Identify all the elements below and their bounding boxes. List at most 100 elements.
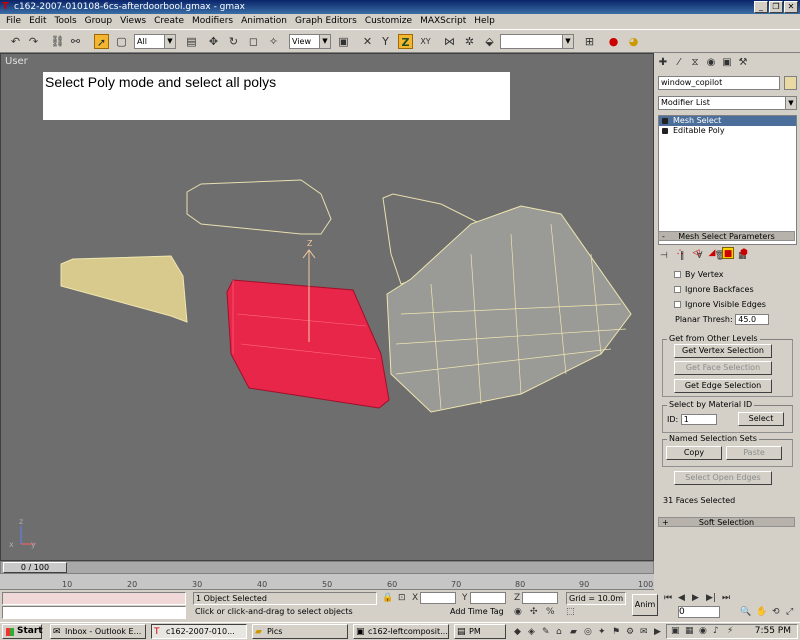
select-by-id-button[interactable]: Select xyxy=(738,412,784,426)
tray-icon[interactable]: ♪ xyxy=(713,625,719,637)
ignore-backfaces-checkbox[interactable]: Ignore Backfaces xyxy=(674,285,754,294)
time-slider[interactable]: 0 / 100 xyxy=(0,561,654,574)
maxscript-input[interactable] xyxy=(2,606,186,619)
snap-icon[interactable]: ⬙ xyxy=(482,34,497,49)
restrict-x-icon[interactable]: ✕ xyxy=(360,34,375,49)
menu-edit[interactable]: Edit xyxy=(25,14,50,29)
maxscript-listener[interactable] xyxy=(2,592,186,605)
scene-canvas[interactable]: Z z x y xyxy=(1,54,654,561)
taskbar-outlook[interactable]: ✉ Inbox - Outlook E... xyxy=(50,624,146,639)
menu-help[interactable]: Help xyxy=(470,14,499,29)
checkbox-box[interactable] xyxy=(674,271,681,278)
quicklaunch-icon[interactable]: ⚑ xyxy=(612,626,620,638)
polygon-level-icon[interactable]: ■ xyxy=(722,247,734,259)
link-icon[interactable]: ⛓ xyxy=(50,34,65,49)
tray-icon[interactable]: ◉ xyxy=(699,625,707,637)
move-icon[interactable]: ✥ xyxy=(206,34,221,49)
named-selection-dropdown[interactable]: ▼ xyxy=(500,34,574,49)
current-frame-field[interactable]: 0 xyxy=(678,606,720,618)
align-icon[interactable]: ✲ xyxy=(462,34,477,49)
quicklaunch-icon[interactable]: ⌂ xyxy=(556,626,562,638)
next-frame-icon[interactable]: ▶| xyxy=(706,592,716,604)
menu-animation[interactable]: Animation xyxy=(237,14,291,29)
edge-level-icon[interactable]: ◁ xyxy=(690,247,702,259)
close-button[interactable]: ✕ xyxy=(784,1,798,13)
select-object-icon[interactable]: ➚ xyxy=(94,34,109,49)
start-button[interactable]: Start xyxy=(2,624,43,639)
viewport-label[interactable]: User xyxy=(5,56,28,67)
get-edge-selection-button[interactable]: Get Edge Selection xyxy=(674,379,772,393)
menu-maxscript[interactable]: MAXScript xyxy=(416,14,470,29)
object-color-swatch[interactable] xyxy=(784,76,797,90)
taskbar-gmax[interactable]: T c162-2007-010... xyxy=(151,624,247,639)
time-slider-thumb[interactable]: 0 / 100 xyxy=(3,562,67,573)
go-to-end-icon[interactable]: ⏭ xyxy=(722,592,730,604)
restrict-xy-button[interactable]: XY xyxy=(418,34,433,49)
select-open-edges-button[interactable]: Select Open Edges xyxy=(674,471,772,485)
checkbox-box[interactable] xyxy=(674,286,681,293)
quicklaunch-icon[interactable]: ◎ xyxy=(584,626,592,638)
material-editor-icon[interactable]: ⊞ xyxy=(582,34,597,49)
z-coord-field[interactable] xyxy=(522,592,558,604)
menu-tools[interactable]: Tools xyxy=(51,14,81,29)
stack-item-editable-poly[interactable]: Editable Poly xyxy=(659,126,796,136)
get-face-selection-button[interactable]: Get Face Selection xyxy=(674,361,772,375)
zoom-icon[interactable]: 🔍 xyxy=(740,606,751,618)
mirror-icon[interactable]: ⋈ xyxy=(442,34,457,49)
lock-selection-icon[interactable]: 🔒 xyxy=(382,592,393,604)
select-manipulate-icon[interactable]: ✧ xyxy=(266,34,281,49)
percent-snap-icon[interactable]: % xyxy=(546,606,555,618)
lightbulb-icon[interactable] xyxy=(662,118,668,124)
paste-button[interactable]: Paste xyxy=(726,446,782,460)
menu-group[interactable]: Group xyxy=(81,14,116,29)
render-icon[interactable]: ● xyxy=(606,34,621,49)
undo-icon[interactable]: ↶ xyxy=(8,34,23,49)
pan-icon[interactable]: ✋ xyxy=(756,606,767,618)
y-coord-field[interactable] xyxy=(470,592,506,604)
angle-snap-icon[interactable]: ✣ xyxy=(530,606,538,618)
go-to-start-icon[interactable]: ⏮ xyxy=(664,592,672,604)
restrict-y-icon[interactable]: Y xyxy=(378,34,393,49)
mesh-select-parameters-rollout[interactable]: - Mesh Select Parameters xyxy=(658,231,795,241)
get-vertex-selection-button[interactable]: Get Vertex Selection xyxy=(674,344,772,358)
maximize-viewport-icon[interactable]: ⤢ xyxy=(786,606,793,618)
spinner-snap-icon[interactable]: ⬚ xyxy=(566,606,575,618)
by-vertex-checkbox[interactable]: By Vertex xyxy=(674,270,723,279)
quicklaunch-icon[interactable]: ▶ xyxy=(654,626,661,638)
motion-tab-icon[interactable]: ◉ xyxy=(704,55,718,71)
rotate-icon[interactable]: ↻ xyxy=(226,34,241,49)
tray-icon[interactable]: ⚡ xyxy=(727,625,733,637)
selection-filter-dropdown[interactable]: All ▼ xyxy=(134,34,176,49)
pivot-center-icon[interactable]: ▣ xyxy=(336,34,351,49)
planar-thresh-spinner[interactable]: 45.0 xyxy=(735,314,770,325)
checkbox-box[interactable] xyxy=(674,301,681,308)
animate-button[interactable]: Anim xyxy=(632,594,658,616)
snap-toggle-icon[interactable]: ◉ xyxy=(514,606,522,618)
restrict-z-button[interactable]: Z xyxy=(398,34,413,49)
viewport-user[interactable]: Z z x y User Select Poly mode and select… xyxy=(0,53,654,561)
quick-render-icon[interactable]: ◕ xyxy=(626,34,641,49)
taskbar-pics[interactable]: ▰ Pics xyxy=(252,624,348,639)
display-tab-icon[interactable]: ▣ xyxy=(720,55,734,71)
scale-icon[interactable]: ◻ xyxy=(246,34,261,49)
hierarchy-tab-icon[interactable]: ⧖ xyxy=(688,55,702,71)
taskbar-pm[interactable]: ▤ PM xyxy=(454,624,506,639)
vertex-level-icon[interactable]: ∴ xyxy=(674,247,686,259)
prev-frame-icon[interactable]: ◀ xyxy=(678,592,685,604)
stack-item-mesh-select[interactable]: Mesh Select xyxy=(659,116,796,126)
track-bar[interactable]: 10 20 30 40 50 60 70 80 90 100 xyxy=(0,574,654,590)
quicklaunch-icon[interactable]: ▰ xyxy=(570,626,577,638)
reference-coord-dropdown[interactable]: View ▼ xyxy=(289,34,331,49)
tray-icon[interactable]: ▣ xyxy=(671,625,680,637)
quicklaunch-icon[interactable]: ◆ xyxy=(514,626,521,638)
face-level-icon[interactable]: ◢ xyxy=(706,247,718,259)
menu-graph-editors[interactable]: Graph Editors xyxy=(291,14,361,29)
menu-file[interactable]: File xyxy=(2,14,25,29)
soft-selection-rollout[interactable]: + Soft Selection xyxy=(658,517,795,527)
minimize-button[interactable]: _ xyxy=(754,1,768,13)
menu-views[interactable]: Views xyxy=(116,14,150,29)
quicklaunch-icon[interactable]: ✦ xyxy=(598,626,606,638)
modifier-list-dropdown[interactable]: Modifier List ▼ xyxy=(658,96,797,110)
object-name-input[interactable]: window_copilot xyxy=(658,76,780,90)
copy-button[interactable]: Copy xyxy=(666,446,722,460)
